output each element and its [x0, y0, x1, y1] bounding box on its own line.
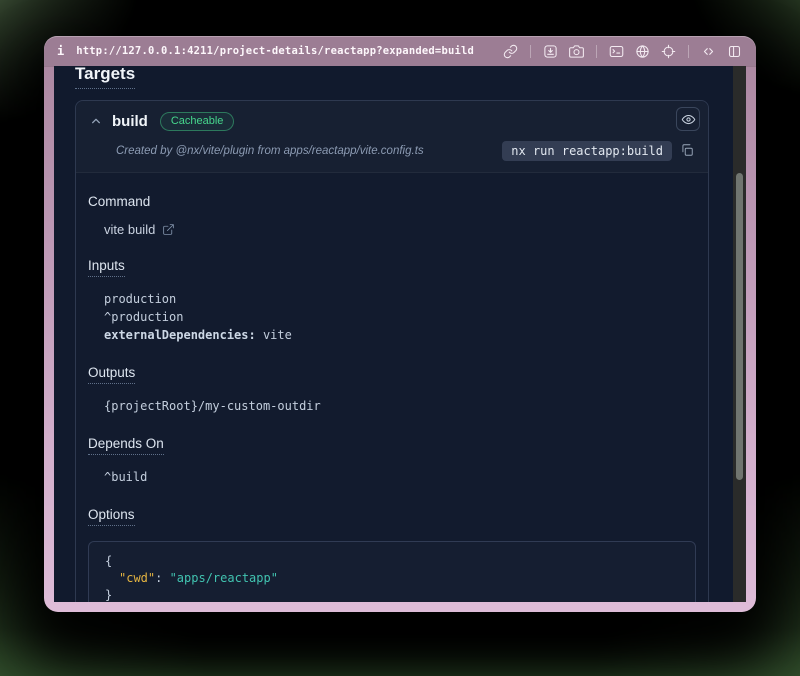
download-icon: [543, 44, 558, 59]
section-options-label: Options: [88, 507, 696, 526]
terminal-button[interactable]: [608, 43, 625, 60]
target-name-build: build: [112, 113, 148, 130]
build-target-header[interactable]: build Cacheable Created by @nx/vite/plug…: [76, 101, 708, 173]
options-code-block: { "cwd": "apps/reactapp" }: [88, 541, 696, 602]
target-card-build: build Cacheable Created by @nx/vite/plug…: [75, 100, 709, 602]
json-line-cwd: "cwd": "apps/reactapp": [105, 570, 681, 587]
eye-icon: [681, 112, 696, 127]
output-item: {projectRoot}/my-custom-outdir: [104, 397, 696, 415]
toolbar-divider: [688, 45, 689, 58]
toolbar-divider: [596, 45, 597, 58]
input-item: ^production: [104, 308, 696, 326]
view-build-target-button[interactable]: [676, 107, 700, 131]
link-button[interactable]: [502, 43, 519, 60]
globe-icon: [635, 44, 650, 59]
address-url[interactable]: http://127.0.0.1:4211/project-details/re…: [76, 45, 474, 57]
open-command-button[interactable]: [162, 223, 176, 237]
external-link-icon: [162, 223, 175, 236]
section-outputs-label: Outputs: [88, 365, 696, 384]
app-window: i http://127.0.0.1:4211/project-details/…: [44, 36, 756, 612]
split-panel-icon: [727, 44, 742, 59]
camera-icon: [569, 44, 584, 59]
titlebar: i http://127.0.0.1:4211/project-details/…: [44, 36, 756, 66]
chevron-up-icon[interactable]: [88, 113, 104, 129]
crosshair-button[interactable]: [660, 43, 677, 60]
camera-button[interactable]: [568, 43, 585, 60]
section-inputs-label: Inputs: [88, 258, 696, 277]
split-view-button[interactable]: [726, 43, 743, 60]
json-line-open: {: [105, 553, 681, 570]
build-target-details: Command vite build: [76, 194, 708, 602]
section-command-label: Command: [88, 194, 696, 209]
input-item-external-deps: externalDependencies: vite: [104, 326, 696, 344]
scrollbar-track[interactable]: [733, 66, 746, 602]
code-button[interactable]: [700, 43, 717, 60]
crosshair-icon: [661, 44, 676, 59]
download-button[interactable]: [542, 43, 559, 60]
globe-button[interactable]: [634, 43, 651, 60]
command-value: vite build: [104, 222, 696, 237]
titlebar-toolbar: [502, 43, 743, 60]
created-by-note: Created by @nx/vite/plugin from apps/rea…: [116, 145, 424, 157]
json-line-close: }: [105, 587, 681, 602]
toolbar-divider: [530, 45, 531, 58]
cacheable-badge: Cacheable: [160, 112, 235, 131]
page-title: Targets: [75, 66, 135, 89]
copy-command-button[interactable]: [680, 143, 696, 159]
info-icon: i: [57, 44, 64, 58]
scrollbar-thumb[interactable]: [736, 173, 743, 480]
run-command-chip: nx run reactapp:build: [502, 141, 672, 161]
link-icon: [503, 44, 518, 59]
depends-on-item: ^build: [104, 468, 696, 486]
copy-icon: [680, 143, 694, 157]
code-icon: [701, 44, 716, 59]
section-depends-on-label: Depends On: [88, 436, 696, 455]
desktop-background: { "titlebar": { "info": "i", "url": "htt…: [0, 0, 800, 676]
page-content: Targets build Cacheable: [54, 66, 733, 602]
terminal-icon: [609, 44, 624, 59]
browser-viewport: Targets build Cacheable: [54, 66, 746, 602]
input-item: production: [104, 290, 696, 308]
